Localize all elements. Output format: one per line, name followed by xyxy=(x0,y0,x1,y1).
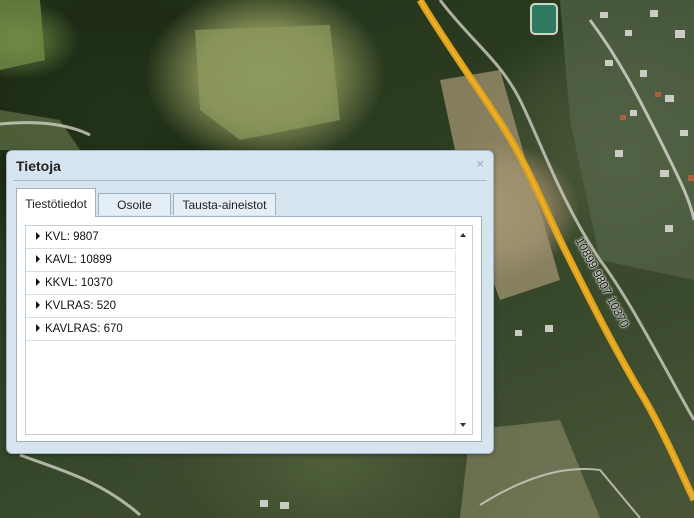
list-item-label: KKVL: 10370 xyxy=(45,277,113,289)
tab-panel: KVL: 9807 KAVL: 10899 KKVL: 10370 KVLRAS… xyxy=(16,216,482,442)
tab-tiestotiedot[interactable]: Tiestötiedot xyxy=(16,188,96,217)
expand-arrow-icon[interactable] xyxy=(36,232,40,240)
list-item-label: KVL: 9807 xyxy=(45,231,99,243)
tab-tausta-aineistot[interactable]: Tausta-aineistot xyxy=(173,193,276,215)
expand-arrow-icon[interactable] xyxy=(36,301,40,309)
list-item[interactable]: KAVL: 10899 xyxy=(26,249,472,272)
list-item[interactable]: KVLRAS: 520 xyxy=(26,295,472,318)
list-item[interactable]: KKVL: 10370 xyxy=(26,272,472,295)
scrollbar[interactable] xyxy=(455,226,472,434)
title-divider xyxy=(13,180,487,181)
tab-osoite[interactable]: Osoite xyxy=(98,193,171,215)
scroll-up-icon[interactable] xyxy=(460,233,466,237)
list-item-label: KAVL: 10899 xyxy=(45,254,112,266)
list-item[interactable]: KAVLRAS: 670 xyxy=(26,318,472,341)
list-item-label: KVLRAS: 520 xyxy=(45,300,116,312)
expand-arrow-icon[interactable] xyxy=(36,278,40,286)
attribute-list[interactable]: KVL: 9807 KAVL: 10899 KKVL: 10370 KVLRAS… xyxy=(25,225,473,435)
close-icon[interactable]: × xyxy=(476,156,484,171)
list-item-label: KAVLRAS: 670 xyxy=(45,323,123,335)
list-item[interactable]: KVL: 9807 xyxy=(26,226,472,249)
expand-arrow-icon[interactable] xyxy=(36,324,40,332)
info-popup: Tietoja × Tiestötiedot Osoite Tausta-ain… xyxy=(6,150,494,454)
popup-title: Tietoja xyxy=(16,158,61,174)
scroll-down-icon[interactable] xyxy=(460,423,466,427)
expand-arrow-icon[interactable] xyxy=(36,255,40,263)
